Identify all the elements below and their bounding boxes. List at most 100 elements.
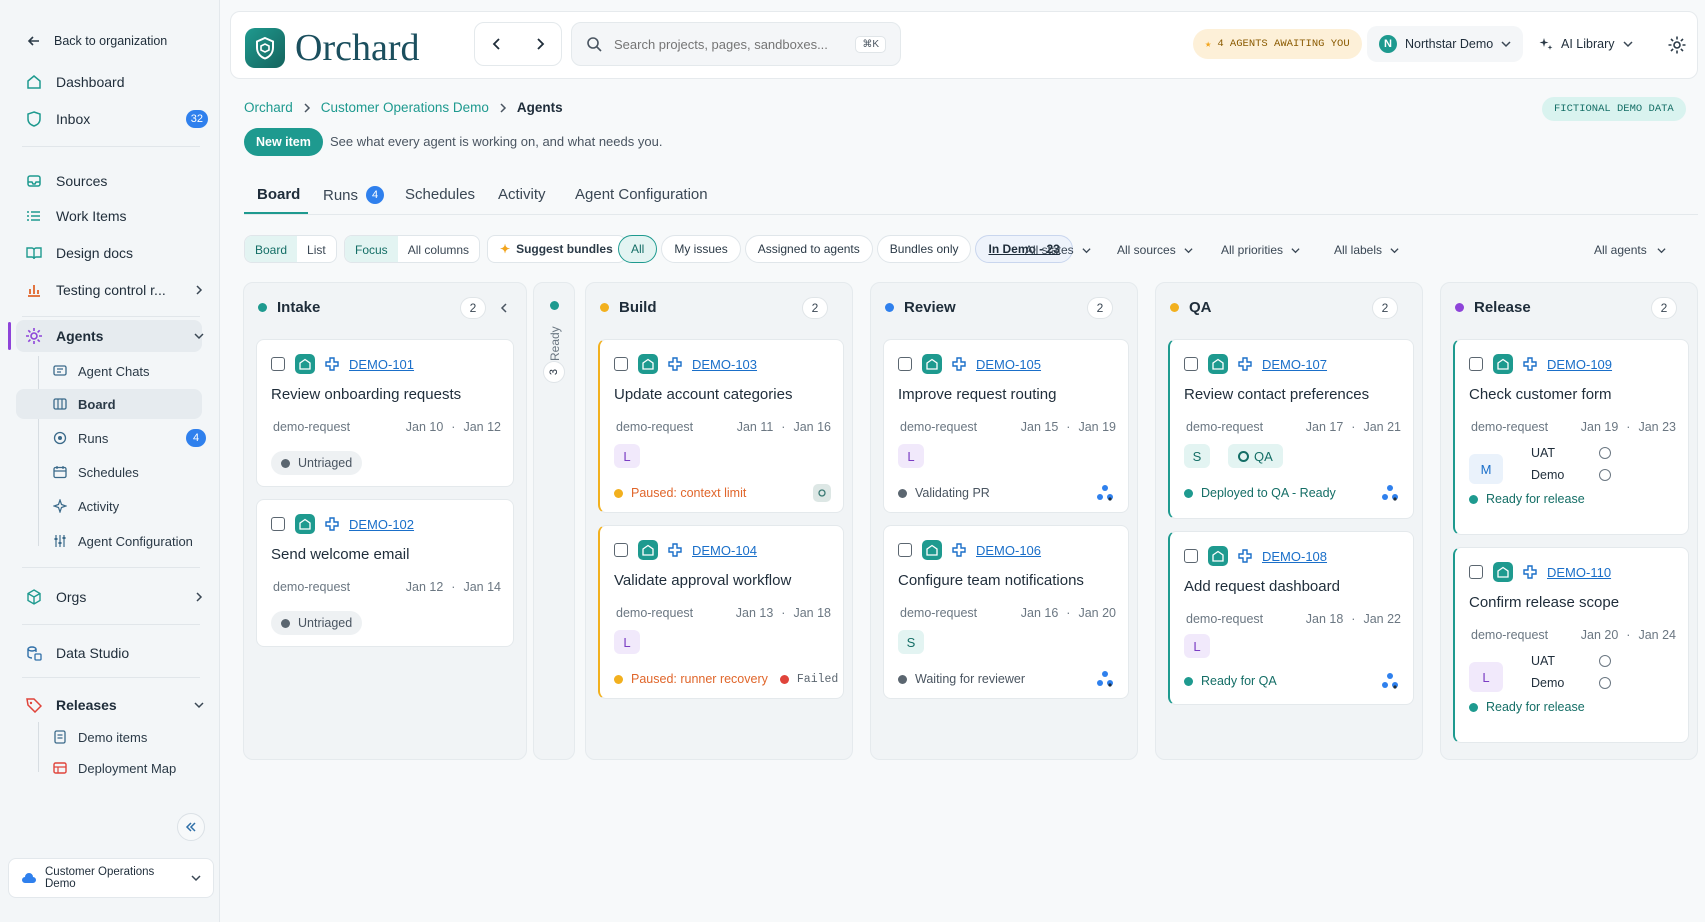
work-item-card[interactable]: DEMO-107 Review contact preferences demo… bbox=[1168, 339, 1414, 519]
card-id-link[interactable]: DEMO-108 bbox=[1262, 549, 1327, 564]
work-item-card[interactable]: DEMO-110 Confirm release scope demo-requ… bbox=[1453, 547, 1689, 743]
agent-network-icon bbox=[1096, 670, 1114, 688]
sidebar-item-dashboard[interactable]: Dashboard bbox=[24, 69, 204, 95]
sidebar-subitem-activity[interactable]: Activity bbox=[52, 494, 202, 518]
logo[interactable]: Orchard bbox=[245, 26, 419, 70]
sidebar-subitem-deployment-map[interactable]: Deployment Map bbox=[52, 756, 212, 780]
cube-icon bbox=[24, 587, 44, 607]
filter-my-issues[interactable]: My issues bbox=[661, 235, 741, 263]
work-item-card[interactable]: DEMO-101 Review onboarding requests demo… bbox=[256, 339, 514, 487]
work-item-card[interactable]: DEMO-103 Update account categories demo-… bbox=[598, 339, 844, 513]
search-bar[interactable]: ⌘K bbox=[571, 22, 901, 66]
card-id-link[interactable]: DEMO-104 bbox=[692, 543, 757, 558]
status-dot bbox=[1184, 676, 1193, 686]
sidebar-subitem-runs[interactable]: Runs 4 bbox=[52, 426, 206, 450]
sidebar-item-work-items[interactable]: Work Items bbox=[24, 203, 204, 229]
work-item-card[interactable]: DEMO-102 Send welcome email demo-request… bbox=[256, 499, 514, 647]
sidebar-item-inbox[interactable]: Inbox 32 bbox=[24, 106, 208, 132]
card-checkbox[interactable] bbox=[1469, 357, 1483, 371]
view-board-button[interactable]: Board bbox=[245, 236, 298, 262]
work-item-card[interactable]: DEMO-109 Check customer form demo-reques… bbox=[1453, 339, 1689, 535]
status-text: Ready for QA bbox=[1201, 674, 1277, 688]
sidebar-divider bbox=[22, 146, 200, 147]
card-checkbox[interactable] bbox=[614, 543, 628, 557]
org-switcher[interactable]: N Northstar Demo bbox=[1367, 26, 1524, 62]
forward-arrow-icon[interactable] bbox=[534, 38, 546, 50]
dropdown-sources[interactable]: All sources bbox=[1117, 243, 1193, 257]
double-chevron-left-icon bbox=[185, 821, 197, 833]
ai-library-button[interactable]: AI Library bbox=[1533, 26, 1639, 62]
card-checkbox[interactable] bbox=[614, 357, 628, 371]
new-item-button[interactable]: New item bbox=[244, 128, 323, 156]
ready-count: 3 bbox=[543, 361, 565, 383]
back-to-organization-link[interactable]: Back to organization bbox=[24, 28, 204, 54]
search-input[interactable] bbox=[614, 36, 834, 52]
workspace-switcher[interactable]: Customer Operations Demo bbox=[8, 858, 214, 898]
sidebar-item-testing[interactable]: Testing control r... bbox=[24, 277, 204, 303]
suggest-bundles-button[interactable]: ✦ Suggest bundles bbox=[487, 235, 626, 263]
card-checkbox[interactable] bbox=[1469, 565, 1483, 579]
tab-runs[interactable]: Runs 4 bbox=[323, 186, 385, 204]
sidebar-item-orgs[interactable]: Orgs bbox=[24, 584, 204, 610]
sidebar-subitem-agent-config[interactable]: Agent Configuration bbox=[52, 529, 222, 553]
card-id-link[interactable]: DEMO-103 bbox=[692, 357, 757, 372]
tab-board[interactable]: Board bbox=[257, 186, 300, 203]
env-status-circle[interactable] bbox=[1599, 469, 1611, 481]
collapse-column-icon[interactable] bbox=[500, 303, 508, 313]
focus-button[interactable]: Focus bbox=[345, 236, 398, 262]
tab-activity[interactable]: Activity bbox=[498, 186, 546, 203]
filter-assigned-to-agents[interactable]: Assigned to agents bbox=[744, 235, 873, 263]
env-status-circle[interactable] bbox=[1599, 447, 1611, 459]
card-checkbox[interactable] bbox=[898, 357, 912, 371]
card-id-link[interactable]: DEMO-109 bbox=[1547, 357, 1612, 372]
tab-schedules[interactable]: Schedules bbox=[405, 186, 475, 203]
dropdown-priorities[interactable]: All priorities bbox=[1221, 243, 1300, 257]
sidebar-item-design-docs[interactable]: Design docs bbox=[24, 240, 204, 266]
dropdown-states[interactable]: All states bbox=[1025, 243, 1091, 257]
sidebar-subitem-demo-items[interactable]: Demo items bbox=[52, 725, 202, 749]
breadcrumb-current: Agents bbox=[516, 100, 563, 115]
sidebar-subitem-board[interactable]: Board bbox=[52, 392, 202, 416]
back-arrow-icon[interactable] bbox=[491, 38, 503, 50]
all-columns-button[interactable]: All columns bbox=[398, 236, 479, 262]
card-id-link[interactable]: DEMO-101 bbox=[349, 357, 414, 372]
env-status-circle[interactable] bbox=[1599, 677, 1611, 689]
dropdown-labels[interactable]: All labels bbox=[1334, 243, 1399, 257]
card-id-link[interactable]: DEMO-105 bbox=[976, 357, 1041, 372]
collapse-sidebar-button[interactable] bbox=[177, 813, 205, 841]
work-item-card[interactable]: DEMO-108 Add request dashboard demo-requ… bbox=[1168, 531, 1414, 705]
context-icon bbox=[813, 484, 831, 502]
card-checkbox[interactable] bbox=[271, 517, 285, 531]
sidebar-subitem-schedules[interactable]: Schedules bbox=[52, 460, 202, 484]
card-checkbox[interactable] bbox=[898, 543, 912, 557]
card-checkbox[interactable] bbox=[1184, 357, 1198, 371]
card-id-link[interactable]: DEMO-106 bbox=[976, 543, 1041, 558]
filter-bundles-only[interactable]: Bundles only bbox=[876, 235, 972, 263]
status-dot bbox=[885, 303, 894, 312]
ready-lane[interactable]: Ready 3 bbox=[533, 282, 575, 760]
work-item-card[interactable]: DEMO-104 Validate approval workflow demo… bbox=[598, 525, 844, 699]
agents-awaiting-badge[interactable]: ★ 4 AGENTS AWAITING YOU bbox=[1193, 29, 1362, 59]
work-item-card[interactable]: DEMO-105 Improve request routing demo-re… bbox=[883, 339, 1129, 513]
env-status-circle[interactable] bbox=[1599, 655, 1611, 667]
sidebar-item-agents[interactable]: Agents bbox=[24, 323, 204, 349]
card-id-link[interactable]: DEMO-107 bbox=[1262, 357, 1327, 372]
settings-gear-icon[interactable] bbox=[1667, 35, 1687, 55]
card-id-link[interactable]: DEMO-102 bbox=[349, 517, 414, 532]
breadcrumb-root[interactable]: Orchard bbox=[244, 100, 293, 115]
filter-all[interactable]: All bbox=[618, 235, 658, 263]
view-list-button[interactable]: List bbox=[297, 236, 336, 262]
work-item-card[interactable]: DEMO-106 Configure team notifications de… bbox=[883, 525, 1129, 699]
dropdown-agents[interactable]: All agents bbox=[1594, 243, 1666, 257]
sidebar-item-sources[interactable]: Sources bbox=[24, 168, 204, 194]
agent-network-icon bbox=[1381, 672, 1399, 690]
card-checkbox[interactable] bbox=[1184, 549, 1198, 563]
breadcrumb-project[interactable]: Customer Operations Demo bbox=[321, 100, 489, 115]
tab-agent-configuration[interactable]: Agent Configuration bbox=[575, 186, 708, 203]
sidebar-subitem-agent-chats[interactable]: Agent Chats bbox=[52, 359, 202, 383]
date-separator: · bbox=[451, 420, 456, 434]
sidebar-item-data-studio[interactable]: Data Studio bbox=[24, 640, 204, 666]
card-checkbox[interactable] bbox=[271, 357, 285, 371]
card-id-link[interactable]: DEMO-110 bbox=[1547, 565, 1611, 580]
sidebar-item-releases[interactable]: Releases bbox=[24, 692, 204, 718]
